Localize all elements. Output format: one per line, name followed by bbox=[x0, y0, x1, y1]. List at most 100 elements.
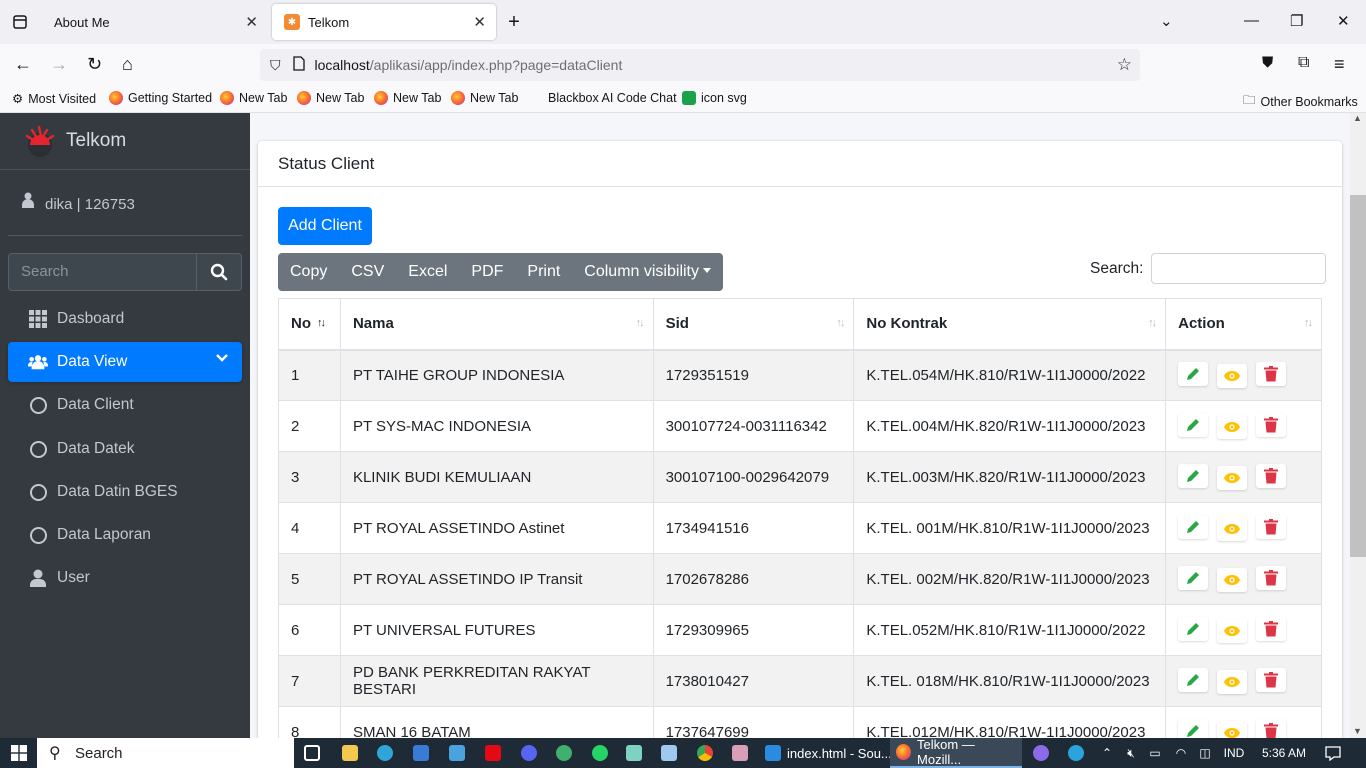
bookmark-blackbox[interactable]: Blackbox AI Code Chat bbox=[548, 91, 677, 105]
bookmark-new-tab[interactable]: New Tab bbox=[451, 91, 518, 105]
mail-icon[interactable] bbox=[447, 738, 467, 768]
view-button[interactable] bbox=[1217, 670, 1248, 694]
column-header-sid[interactable]: Sid ↑↓ bbox=[652, 298, 855, 351]
view-button[interactable] bbox=[1217, 415, 1248, 439]
column-header-action[interactable]: Action ↑↓ bbox=[1165, 298, 1322, 351]
tab-telkom[interactable]: ✱ Telkom ✕ bbox=[272, 4, 496, 40]
pocket-icon[interactable]: ⛊ bbox=[1262, 54, 1273, 71]
taskbar-search-box[interactable]: ⚲ Search bbox=[37, 738, 294, 768]
windows-start-icon[interactable] bbox=[8, 738, 30, 768]
edit-button[interactable] bbox=[1178, 617, 1209, 641]
extensions-icon[interactable]: ⧉ bbox=[1298, 54, 1309, 72]
sidebar-item-user[interactable]: User bbox=[8, 558, 242, 598]
shield-icon[interactable]: ⛉ bbox=[270, 57, 281, 74]
close-tab-icon[interactable]: ✕ bbox=[473, 13, 486, 31]
discord-icon[interactable] bbox=[519, 738, 539, 768]
reload-icon[interactable]: ↻ bbox=[87, 54, 102, 75]
bookmark-most-visited[interactable]: ⚙ Most Visited bbox=[12, 91, 96, 107]
view-button[interactable] bbox=[1217, 466, 1248, 490]
notepad-icon[interactable] bbox=[659, 738, 679, 768]
add-client-button[interactable]: Add Client bbox=[278, 207, 372, 245]
pdf-button[interactable]: PDF bbox=[459, 253, 515, 291]
tray-chevron-up-icon[interactable]: ⌃ bbox=[1098, 738, 1116, 768]
delete-button[interactable] bbox=[1256, 515, 1287, 539]
store-icon[interactable] bbox=[411, 738, 431, 768]
bookmark-new-tab[interactable]: New Tab bbox=[374, 91, 441, 105]
scroll-up-icon[interactable]: ▲ bbox=[1353, 113, 1362, 123]
delete-button[interactable] bbox=[1256, 413, 1287, 437]
display-icon[interactable]: ◫ bbox=[1196, 738, 1214, 768]
bookmark-icon-svg[interactable]: icon svg bbox=[682, 91, 747, 105]
column-header-nama[interactable]: Nama ↑↓ bbox=[339, 298, 654, 351]
back-icon[interactable]: ← bbox=[14, 54, 32, 75]
taskbar-task-vscode[interactable]: index.html - Sou... bbox=[759, 738, 898, 768]
delete-button[interactable] bbox=[1256, 668, 1287, 692]
telegram-icon[interactable] bbox=[1066, 738, 1086, 768]
bookmark-getting-started[interactable]: Getting Started bbox=[109, 91, 212, 105]
close-tab-icon[interactable]: ✕ bbox=[245, 13, 258, 31]
app-icon[interactable] bbox=[624, 738, 644, 768]
view-button[interactable] bbox=[1217, 619, 1248, 643]
table-search-input[interactable] bbox=[1151, 253, 1327, 284]
new-tab-icon[interactable]: + bbox=[505, 11, 523, 33]
bookmark-star-icon[interactable]: ☆ bbox=[1117, 55, 1132, 75]
whatsapp-icon[interactable] bbox=[590, 738, 610, 768]
edit-button[interactable] bbox=[1178, 668, 1209, 692]
sidebar-item-data-laporan[interactable]: Data Laporan bbox=[8, 515, 242, 555]
forward-icon[interactable]: → bbox=[50, 54, 68, 75]
firefox-view-icon[interactable] bbox=[11, 13, 29, 31]
sidebar-item-data-view[interactable]: Data View bbox=[8, 342, 242, 382]
view-button[interactable] bbox=[1217, 517, 1248, 541]
other-bookmarks[interactable]: 🗀 Other Bookmarks bbox=[1243, 91, 1358, 112]
edge-icon[interactable] bbox=[375, 738, 395, 768]
view-button[interactable] bbox=[1217, 568, 1248, 592]
edit-button[interactable] bbox=[1178, 413, 1209, 437]
netflix-icon[interactable] bbox=[483, 738, 503, 768]
bookmark-new-tab[interactable]: New Tab bbox=[220, 91, 287, 105]
menu-hamburger-icon[interactable]: ≡ bbox=[1334, 54, 1345, 75]
column-visibility-button[interactable]: Column visibility bbox=[572, 253, 723, 291]
github-icon[interactable] bbox=[1031, 738, 1051, 768]
bookmark-new-tab[interactable]: New Tab bbox=[297, 91, 364, 105]
sidebar-item-dasboard[interactable]: Dasboard bbox=[8, 299, 242, 339]
wifi-icon[interactable]: ◠ bbox=[1172, 738, 1190, 768]
taskbar-task-firefox[interactable]: Telkom — Mozill... bbox=[890, 737, 1022, 768]
sidebar-item-data-datin-bges[interactable]: Data Datin BGES bbox=[8, 472, 242, 512]
language-indicator[interactable]: IND bbox=[1220, 738, 1248, 768]
csv-button[interactable]: CSV bbox=[339, 253, 396, 291]
notifications-icon[interactable] bbox=[1322, 738, 1344, 768]
delete-button[interactable] bbox=[1256, 464, 1287, 488]
view-button[interactable] bbox=[1217, 364, 1248, 389]
brand[interactable]: Telkom bbox=[0, 113, 250, 170]
scrollbar-thumb[interactable] bbox=[1350, 195, 1366, 557]
sidebar-search-input[interactable]: Search bbox=[8, 253, 196, 291]
home-icon[interactable]: ⌂ bbox=[122, 54, 133, 75]
photos-icon[interactable] bbox=[730, 738, 750, 768]
close-window-icon[interactable]: ✕ bbox=[1337, 12, 1350, 30]
file-explorer-icon[interactable] bbox=[340, 738, 360, 768]
print-button[interactable]: Print bbox=[515, 253, 572, 291]
edit-button[interactable] bbox=[1178, 566, 1209, 590]
chrome-icon[interactable] bbox=[695, 738, 715, 768]
url-bar[interactable]: ⛉ localhost/aplikasi/app/index.php?page=… bbox=[260, 49, 1140, 81]
delete-button[interactable] bbox=[1256, 617, 1287, 641]
maximize-icon[interactable]: ❐ bbox=[1290, 12, 1303, 30]
delete-button[interactable] bbox=[1256, 566, 1287, 590]
edit-button[interactable] bbox=[1178, 464, 1209, 488]
minimize-icon[interactable]: — bbox=[1244, 12, 1259, 29]
sidebar-search-button[interactable] bbox=[196, 253, 242, 291]
copy-button[interactable]: Copy bbox=[278, 253, 339, 291]
battery-icon[interactable]: ▭ bbox=[1146, 738, 1164, 768]
sidebar-item-data-client[interactable]: Data Client bbox=[8, 385, 242, 425]
task-view-icon[interactable] bbox=[302, 738, 322, 768]
column-header-no[interactable]: No ↑↓ bbox=[278, 298, 341, 351]
edit-button[interactable] bbox=[1178, 362, 1209, 387]
user-panel[interactable]: dika | 126753 bbox=[8, 170, 242, 236]
delete-button[interactable] bbox=[1256, 362, 1287, 387]
edit-button[interactable] bbox=[1178, 515, 1209, 539]
edge-dev-icon[interactable] bbox=[554, 738, 574, 768]
tab-about-me[interactable]: About Me ✕ bbox=[42, 4, 268, 40]
volume-muted-icon[interactable]: 🔇︎ bbox=[1122, 738, 1140, 768]
list-tabs-chevron-icon[interactable]: ⌄ bbox=[1160, 12, 1173, 30]
sidebar-item-data-datek[interactable]: Data Datek bbox=[8, 429, 242, 469]
